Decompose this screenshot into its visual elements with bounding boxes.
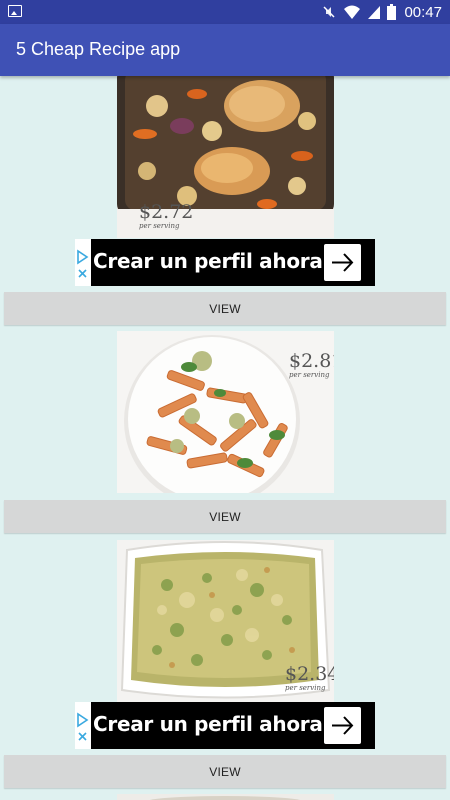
ad-choices-icon[interactable] bbox=[75, 239, 91, 286]
price-label: $2.34 per serving bbox=[285, 663, 334, 692]
status-icons: 00:47 bbox=[321, 3, 442, 21]
recipe-image-partial[interactable] bbox=[117, 794, 334, 800]
app-bar: 5 Cheap Recipe app bbox=[0, 24, 450, 76]
app-title: 5 Cheap Recipe app bbox=[16, 39, 181, 59]
view-button[interactable]: VIEW bbox=[4, 500, 446, 533]
view-button[interactable]: VIEW bbox=[4, 292, 446, 325]
ad-text[interactable]: Crear un perfil ahora bbox=[93, 249, 323, 273]
ad-banner[interactable]: Crear un perfil ahora bbox=[75, 702, 375, 749]
arrow-right-icon[interactable] bbox=[324, 244, 361, 281]
mute-icon bbox=[323, 6, 335, 18]
wifi-icon bbox=[344, 5, 361, 19]
recipe-image-penne-pasta[interactable]: $2.81 per serving bbox=[117, 331, 334, 493]
recipe-image-casserole[interactable]: $2.34 per serving bbox=[117, 540, 334, 702]
image-notification-icon bbox=[8, 5, 22, 17]
recipe-image-roast-chicken[interactable]: $2.72 per serving bbox=[117, 76, 334, 238]
ad-banner[interactable]: Crear un perfil ahora bbox=[75, 239, 375, 286]
recipe-list[interactable]: $2.72 per serving Crear un perfil ahora … bbox=[0, 76, 450, 800]
ad-text[interactable]: Crear un perfil ahora bbox=[93, 712, 323, 736]
battery-icon bbox=[387, 4, 397, 20]
status-time: 00:47 bbox=[404, 3, 442, 21]
arrow-right-icon[interactable] bbox=[324, 707, 361, 744]
ad-choices-icon[interactable] bbox=[75, 702, 91, 749]
price-label: $2.72 per serving bbox=[139, 201, 194, 230]
signal-icon bbox=[368, 6, 381, 19]
view-button[interactable]: VIEW bbox=[4, 755, 446, 788]
price-label: $2.81 per serving bbox=[289, 350, 334, 379]
status-bar: 00:47 bbox=[0, 0, 450, 24]
